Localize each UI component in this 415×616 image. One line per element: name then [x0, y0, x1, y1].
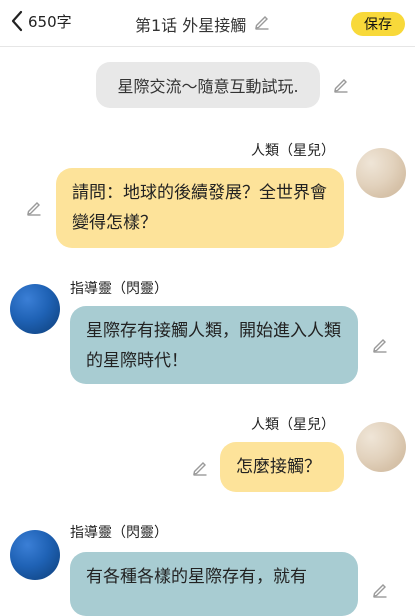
avatar[interactable]: [10, 530, 60, 580]
pencil-icon[interactable]: [372, 337, 388, 353]
avatar[interactable]: [356, 148, 406, 198]
avatar[interactable]: [356, 422, 406, 472]
avatar[interactable]: [10, 284, 60, 334]
message-bubble[interactable]: 星際存有接觸人類，開始進入人類的星際時代！: [70, 306, 358, 384]
speaker-name: 指導靈（閃靈）: [70, 281, 168, 297]
message-bubble[interactable]: 有各種各樣的星際存有，就有: [70, 552, 358, 616]
back-button[interactable]: 650字: [10, 10, 72, 32]
pencil-icon[interactable]: [333, 77, 349, 93]
speaker-name: 人類（星兒）: [251, 417, 335, 433]
save-button[interactable]: 保存: [351, 12, 405, 36]
message-bubble[interactable]: 怎麼接觸？: [220, 442, 344, 492]
speaker-name: 指導靈（閃靈）: [70, 525, 168, 541]
pencil-icon[interactable]: [192, 460, 208, 476]
pencil-icon[interactable]: [372, 582, 388, 598]
system-message[interactable]: 星際交流～隨意互動試玩.: [96, 62, 320, 108]
pencil-icon[interactable]: [26, 200, 42, 216]
message-bubble[interactable]: 請問：地球的後續發展？全世界會變得怎樣？: [56, 168, 344, 248]
word-count: 650字: [28, 12, 72, 31]
chapter-title-area[interactable]: 第1话 外星接觸: [135, 12, 270, 36]
speaker-name: 人類（星兒）: [251, 143, 335, 159]
pencil-icon: [254, 14, 270, 34]
chapter-title: 第1话 外星接觸: [135, 16, 247, 35]
top-bar: 650字 第1话 外星接觸 保存: [0, 0, 415, 47]
chevron-left-icon: [10, 10, 24, 32]
